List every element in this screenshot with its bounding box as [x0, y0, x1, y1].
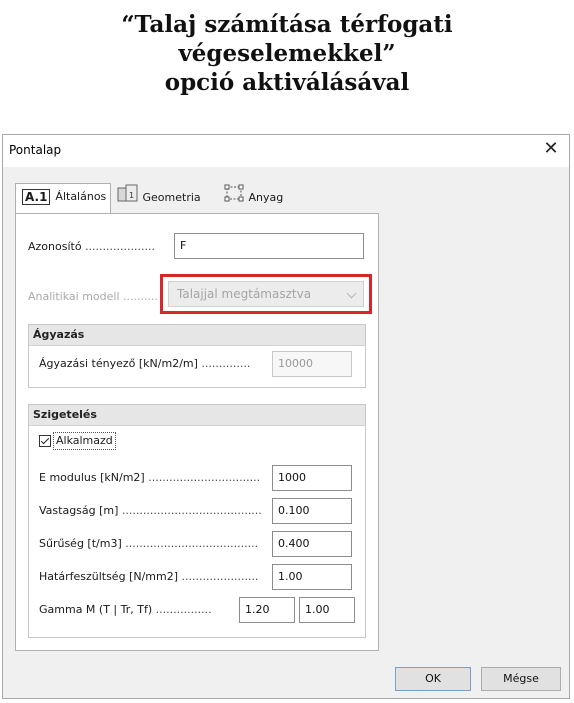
apply-label[interactable]: Alkalmazd [53, 432, 116, 450]
caption-line-2: végeselemekkel” [178, 40, 396, 67]
gamma-m-label: Gamma M (T | Tr, Tf) ................ [39, 603, 212, 616]
e-modulus-input[interactable]: 1000 [272, 465, 352, 491]
cancel-button[interactable]: Mégse [481, 667, 561, 691]
insulation-group-title: Szigetelés [29, 405, 365, 426]
bedding-coefficient-label: Ágyazási tényező [kN/m2/m] .............… [39, 357, 251, 370]
gamma-m-input-2[interactable]: 1.00 [299, 597, 355, 623]
tab-material[interactable]: Anyag [223, 183, 313, 211]
tab-general[interactable]: A.1 Általános [15, 183, 111, 214]
bedding-coefficient-input: 10000 [272, 351, 352, 377]
tab-geometry[interactable]: 1 Geometria [117, 183, 217, 211]
geometry-icon: 1 [117, 183, 139, 213]
tab-general-label: Általános [55, 190, 107, 203]
caption-line-1: “Talaj számítása térfogati [121, 11, 453, 38]
gamma-m-input-1[interactable]: 1.20 [239, 597, 295, 623]
close-icon[interactable]: ✕ [541, 138, 561, 160]
tab-geometry-label: Geometria [142, 191, 201, 204]
apply-checkbox[interactable] [39, 435, 51, 447]
title-bar: Pontalap ✕ [3, 135, 569, 167]
limit-stress-label: Határfeszültség [N/mm2] ................… [39, 570, 259, 583]
caption: “Talaj számítása térfogati végeselemekke… [0, 10, 574, 97]
e-modulus-label: E modulus [kN/m2] ......................… [39, 471, 261, 484]
dialog-title: Pontalap [9, 143, 62, 157]
tab-material-label: Anyag [248, 191, 284, 204]
dialog-window: Pontalap ✕ A.1 Általános 1 Geometria Any… [2, 134, 570, 699]
id-input[interactable]: F [174, 233, 364, 259]
density-input[interactable]: 0.400 [272, 531, 352, 557]
ok-button[interactable]: OK [395, 667, 471, 691]
bedding-group-title: Ágyazás [29, 325, 365, 346]
insulation-group: Szigetelés Alkalmazd E modulus [kN/m2] .… [28, 404, 366, 638]
analytical-model-label: Analitikai modell .......... [28, 290, 158, 303]
thickness-label: Vastagság [m] ..........................… [39, 504, 262, 517]
bedding-group: Ágyazás Ágyazási tényező [kN/m2/m] .....… [28, 324, 366, 388]
limit-stress-input[interactable]: 1.00 [272, 564, 352, 590]
general-badge-icon: A.1 [22, 189, 51, 205]
highlight-box [160, 274, 372, 314]
caption-line-3: opció aktiválásával [164, 69, 410, 96]
id-label: Azonosító .................... [28, 240, 155, 253]
density-label: Sűrűség [t/m3] .........................… [39, 537, 259, 550]
thickness-input[interactable]: 0.100 [272, 498, 352, 524]
svg-text:1: 1 [129, 191, 134, 200]
material-icon [223, 183, 245, 213]
